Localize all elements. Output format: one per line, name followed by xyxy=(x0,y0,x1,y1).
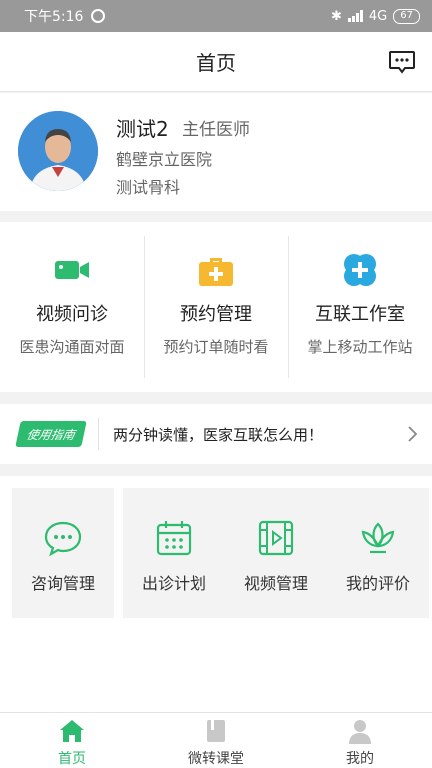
top-nav-bar: 首页 xyxy=(0,32,432,92)
service-label: 预约管理 xyxy=(180,304,252,325)
guide-badge: 使用指南 xyxy=(15,421,87,447)
video-camera-icon xyxy=(52,250,92,290)
tab-label: 微转课堂 xyxy=(188,751,244,767)
alarm-icon xyxy=(91,9,106,23)
lotus-icon xyxy=(361,522,395,554)
battery-level: 67 xyxy=(400,10,413,21)
service-desc: 掌上移动工作站 xyxy=(307,338,413,356)
tool-label: 出诊计划 xyxy=(141,574,206,593)
tool-label: 视频管理 xyxy=(243,574,308,593)
bottom-tab-bar: 首页 微转课堂 我的 xyxy=(0,712,432,768)
medical-kit-icon xyxy=(196,250,236,290)
doctor-profile-card[interactable]: 测试2 主任医师 鹤壁京立医院 测试骨科 xyxy=(0,93,432,211)
tab-label: 我的 xyxy=(346,751,374,767)
bluetooth-icon: ✱ xyxy=(331,8,342,24)
divider xyxy=(98,418,99,450)
status-time: 下午5:16 xyxy=(24,9,84,25)
service-desc: 预约订单随时看 xyxy=(163,338,269,356)
doctor-name: 测试2 xyxy=(116,117,169,141)
page-title: 首页 xyxy=(196,51,236,75)
tab-mine[interactable]: 我的 xyxy=(288,713,432,768)
service-label: 视频问诊 xyxy=(36,304,108,325)
calendar-icon xyxy=(156,521,192,556)
services-row: 视频问诊 医患沟通面对面 预约管理 预约订单随时看 互联工作室 掌上移动工作站 xyxy=(0,222,432,392)
usage-guide-banner[interactable]: 使用指南 两分钟读懂，医家互联怎么用！ xyxy=(0,404,432,464)
tool-consult-management[interactable]: 咨询管理 xyxy=(12,488,114,618)
doctor-hospital: 鹤壁京立医院 xyxy=(116,150,213,169)
tools-grid: 咨询管理 出诊计划 视频管理 我的评价 xyxy=(0,476,432,712)
network-type: 4G xyxy=(368,8,388,24)
doctor-department: 测试骨科 xyxy=(116,178,181,197)
chat-bubble-icon xyxy=(44,521,82,557)
tool-video-management[interactable]: 视频管理 xyxy=(225,488,327,618)
book-icon xyxy=(207,720,225,742)
battery-icon: 67 xyxy=(393,8,420,24)
guide-text: 两分钟读懂，医家互联怎么用！ xyxy=(113,425,324,444)
guide-badge-label: 使用指南 xyxy=(25,427,77,442)
status-bar: 下午5:16 ✱ 4G 67 xyxy=(0,0,432,32)
tool-label: 咨询管理 xyxy=(30,574,95,593)
service-appointment[interactable]: 预约管理 预约订单随时看 xyxy=(144,222,288,392)
home-icon xyxy=(60,720,84,742)
tab-micro-class[interactable]: 微转课堂 xyxy=(144,713,288,768)
chevron-right-icon xyxy=(408,426,418,442)
service-label: 互联工作室 xyxy=(315,304,405,325)
service-desc: 医患沟通面对面 xyxy=(19,338,125,356)
service-studio[interactable]: 互联工作室 掌上移动工作站 xyxy=(288,222,432,392)
tool-visit-schedule[interactable]: 出诊计划 xyxy=(123,488,225,618)
tab-home[interactable]: 首页 xyxy=(0,713,144,768)
person-icon xyxy=(349,720,371,744)
signal-icon xyxy=(347,10,363,22)
tool-my-reviews[interactable]: 我的评价 xyxy=(327,488,429,618)
avatar xyxy=(18,111,98,191)
service-video-consult[interactable]: 视频问诊 医患沟通面对面 xyxy=(0,222,144,392)
film-play-icon xyxy=(258,520,294,556)
doctor-title: 主任医师 xyxy=(182,120,250,140)
tool-label: 我的评价 xyxy=(345,574,410,593)
message-icon[interactable] xyxy=(388,48,416,76)
clover-cross-icon xyxy=(340,250,380,290)
tab-label: 首页 xyxy=(58,751,86,767)
